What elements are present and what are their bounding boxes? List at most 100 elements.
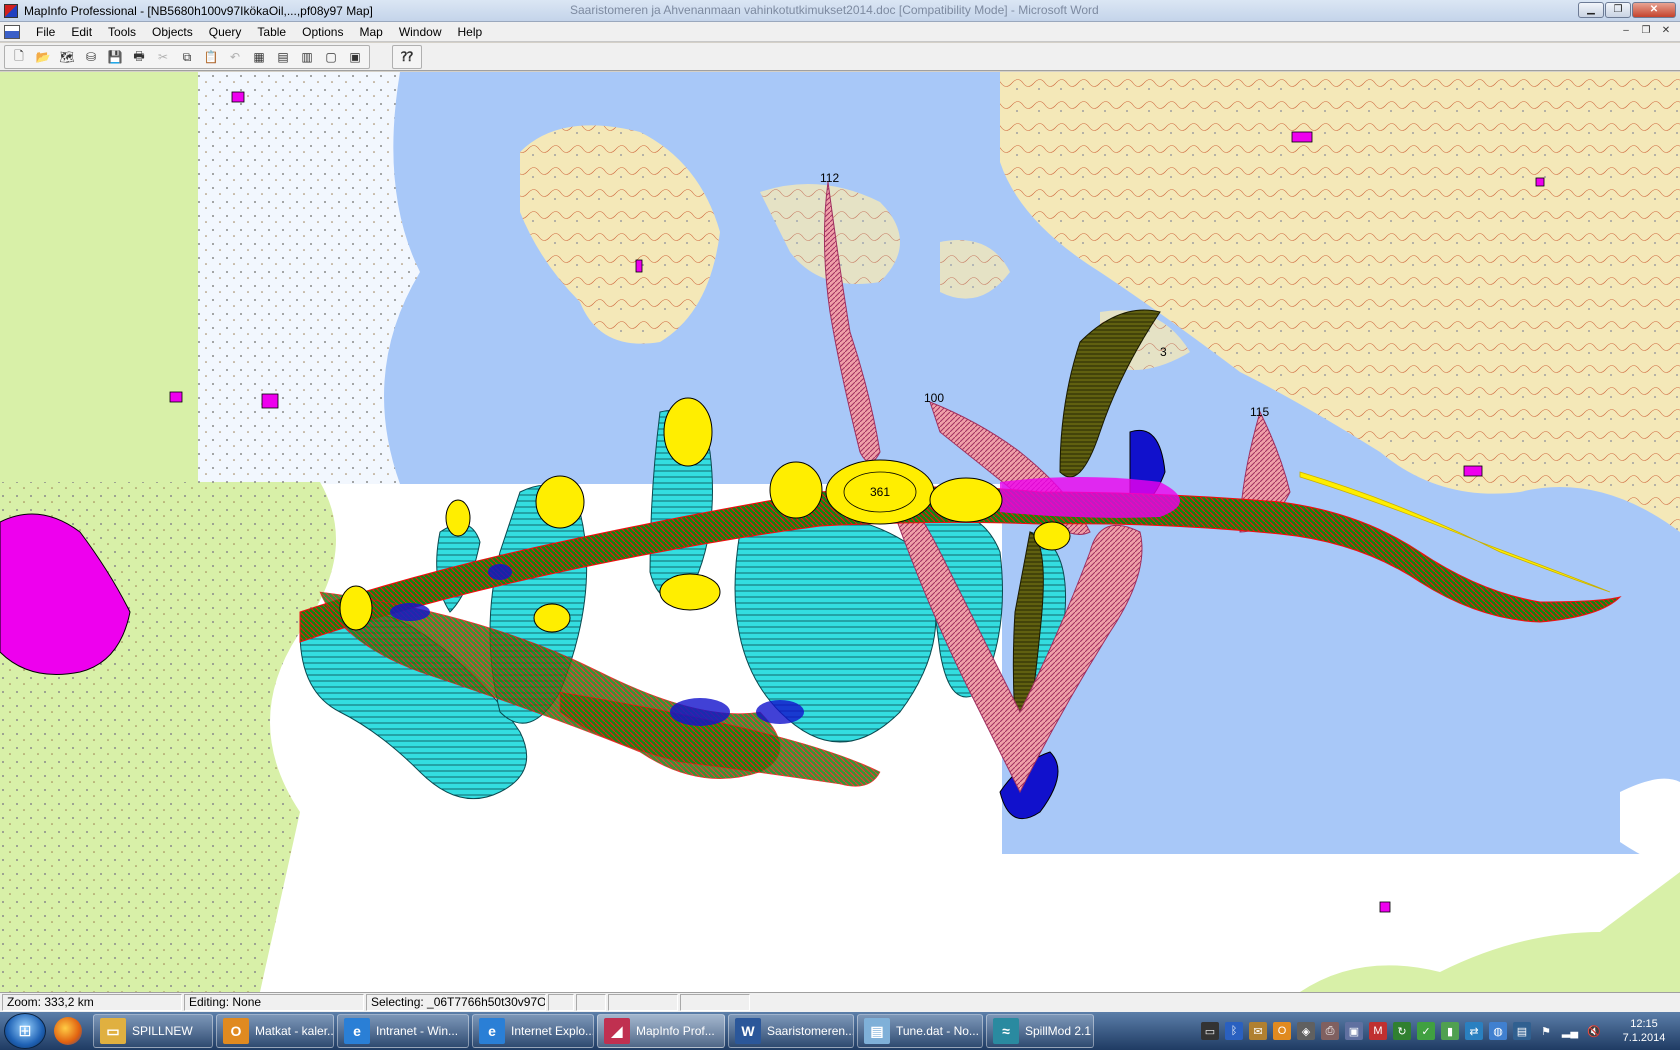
taskbar-button-label: SPILLNEW: [132, 1024, 193, 1038]
menu-table[interactable]: Table: [249, 22, 294, 42]
taskbar-button-label: Intranet - Win...: [376, 1024, 459, 1038]
network-drive-tray-icon[interactable]: ▤: [1513, 1022, 1531, 1040]
mapinfo-app-icon[interactable]: [4, 3, 18, 18]
spill-yellow-blob-6: [445, 499, 471, 537]
taskbar-button-outlook-1[interactable]: O Matkat - kaler...: [216, 1014, 334, 1048]
system-clock[interactable]: 12:15 7.1.2014: [1614, 1017, 1674, 1045]
open-dbms-icon: ⛁: [85, 50, 97, 64]
security-tray-icon[interactable]: ◈: [1297, 1022, 1315, 1040]
printer-tray-icon[interactable]: ⎙: [1321, 1022, 1339, 1040]
print-button[interactable]: 🖶: [128, 47, 150, 67]
paste-button[interactable]: 📋: [200, 47, 222, 67]
menu-help[interactable]: Help: [450, 22, 491, 42]
display-tray-icon[interactable]: ▣: [1345, 1022, 1363, 1040]
paste-icon: 📋: [203, 50, 219, 64]
spill-blue-patch-4: [488, 564, 512, 580]
open-button[interactable]: 📂: [32, 47, 54, 67]
clock-date: 7.1.2014: [1622, 1032, 1666, 1044]
doc-minimize-button[interactable]: –: [1618, 24, 1634, 38]
network-signal-icon[interactable]: ▂▄: [1561, 1022, 1579, 1040]
maximize-button[interactable]: ❐: [1605, 2, 1631, 18]
start-button[interactable]: ⊞: [4, 1013, 46, 1049]
taskbar-button-ie-2[interactable]: e Intranet - Win...: [337, 1014, 469, 1048]
new-button[interactable]: 🗋: [8, 47, 30, 67]
action-center-flag-icon[interactable]: ⚑: [1537, 1022, 1555, 1040]
close-button[interactable]: ✕: [1632, 2, 1676, 18]
globe-tray-icon[interactable]: ◍: [1489, 1022, 1507, 1040]
menu-edit[interactable]: Edit: [63, 22, 100, 42]
new-grapher-icon: ▥: [301, 50, 313, 64]
bluetooth-icon[interactable]: ᛒ: [1225, 1022, 1243, 1040]
status-empty-4: [680, 994, 750, 1011]
help-button[interactable]: ⁇: [396, 47, 418, 67]
taskbar-button-label: Matkat - kaler...: [255, 1024, 334, 1038]
volume-muted-icon[interactable]: 🔇: [1585, 1022, 1603, 1040]
save-button[interactable]: 💾: [104, 47, 126, 67]
ie-icon: e: [344, 1018, 370, 1044]
doc-close-button[interactable]: ✕: [1658, 24, 1674, 38]
save-icon: 💾: [107, 50, 123, 64]
map-window-icon[interactable]: [4, 24, 20, 39]
copy-icon: ⧉: [182, 49, 192, 64]
connection-tray-icon[interactable]: ⇄: [1465, 1022, 1483, 1040]
open-dbms-button[interactable]: ⛁: [80, 47, 102, 67]
open-icon: 📂: [35, 50, 51, 64]
new-redistrict-button[interactable]: ▣: [344, 47, 366, 67]
map-canvas[interactable]: 112 100 115 3 361: [0, 72, 1680, 992]
menu-file[interactable]: File: [28, 22, 63, 42]
menu-tools[interactable]: Tools: [100, 22, 144, 42]
undo-button[interactable]: ↶: [224, 47, 246, 67]
outlook-tray-icon[interactable]: O: [1273, 1022, 1291, 1040]
menu-bar: File Edit Tools Objects Query Table Opti…: [0, 22, 1680, 42]
doc-restore-button[interactable]: ❐: [1638, 24, 1654, 38]
menu-window[interactable]: Window: [391, 22, 450, 42]
new-layout-button[interactable]: ▢: [320, 47, 342, 67]
status-zoom[interactable]: Zoom: 333,2 km: [2, 994, 182, 1011]
taskbar-button-mapinfo-4[interactable]: ◢ MapInfo Prof...: [597, 1014, 725, 1048]
menu-objects[interactable]: Objects: [144, 22, 201, 42]
status-editing[interactable]: Editing: None: [184, 994, 364, 1011]
taskbar-button-folder-0[interactable]: ▭ SPILLNEW: [93, 1014, 213, 1048]
show-desktop-icon[interactable]: ▭: [1201, 1022, 1219, 1040]
taskbar-button-label: SpillMod 2.1: [1025, 1024, 1092, 1038]
open-workspace-button[interactable]: 🗺: [56, 47, 78, 67]
status-empty-2: [576, 994, 606, 1011]
sync-tray-icon[interactable]: ✓: [1417, 1022, 1435, 1040]
antivirus-tray-icon[interactable]: M: [1369, 1022, 1387, 1040]
status-empty-1: [548, 994, 574, 1011]
minimize-button[interactable]: ▁: [1578, 2, 1604, 18]
taskbar-button-ie-3[interactable]: e Internet Explo...: [472, 1014, 594, 1048]
menu-query[interactable]: Query: [201, 22, 250, 42]
windows-logo-icon: ⊞: [18, 1023, 32, 1040]
new-mapper-button[interactable]: ▤: [272, 47, 294, 67]
new-grapher-button[interactable]: ▥: [296, 47, 318, 67]
menu-map[interactable]: Map: [351, 22, 390, 42]
taskbar-button-word-5[interactable]: W Saaristomeren...: [728, 1014, 854, 1048]
notepad-icon: ▤: [864, 1018, 890, 1044]
taskbar-button-label: Saaristomeren...: [767, 1024, 854, 1038]
taskbar-button-spillmod-7[interactable]: ≈ SpillMod 2.1: [986, 1014, 1094, 1048]
word-icon: W: [735, 1018, 761, 1044]
copy-button[interactable]: ⧉: [176, 47, 198, 67]
battery-tray-icon[interactable]: ▮: [1441, 1022, 1459, 1040]
town-marker-2: [169, 391, 183, 403]
status-empty-3: [608, 994, 678, 1011]
spill-yellow-blob-1: [663, 397, 713, 467]
new-browser-button[interactable]: ▦: [248, 47, 270, 67]
taskbar-button-label: MapInfo Prof...: [636, 1024, 715, 1038]
town-marker-5: [1463, 465, 1483, 477]
map-window[interactable]: 112 100 115 3 361: [0, 72, 1680, 992]
new-layout-icon: ▢: [325, 50, 337, 64]
taskbar-button-label: Internet Explo...: [511, 1024, 594, 1038]
spill-blue-patch-2: [756, 700, 804, 724]
spill-yellow-blob-9: [1033, 521, 1071, 551]
town-marker-3: [261, 393, 279, 409]
cut-button[interactable]: ✂: [152, 47, 174, 67]
mail-icon[interactable]: ✉: [1249, 1022, 1267, 1040]
taskbar-button-notepad-6[interactable]: ▤ Tune.dat - No...: [857, 1014, 983, 1048]
menu-options[interactable]: Options: [294, 22, 351, 42]
status-selecting[interactable]: Selecting: _06T7766h50t30v97Oil: [366, 994, 546, 1011]
firefox-quicklaunch[interactable]: [46, 1014, 90, 1048]
update-tray-icon[interactable]: ↻: [1393, 1022, 1411, 1040]
system-tray: ▭ ᛒ ✉ O ◈ ⎙ ▣ M ↻ ✓ ▮ ⇄ ◍ ▤ ⚑ ▂▄ 🔇 12:15…: [1198, 1012, 1680, 1050]
